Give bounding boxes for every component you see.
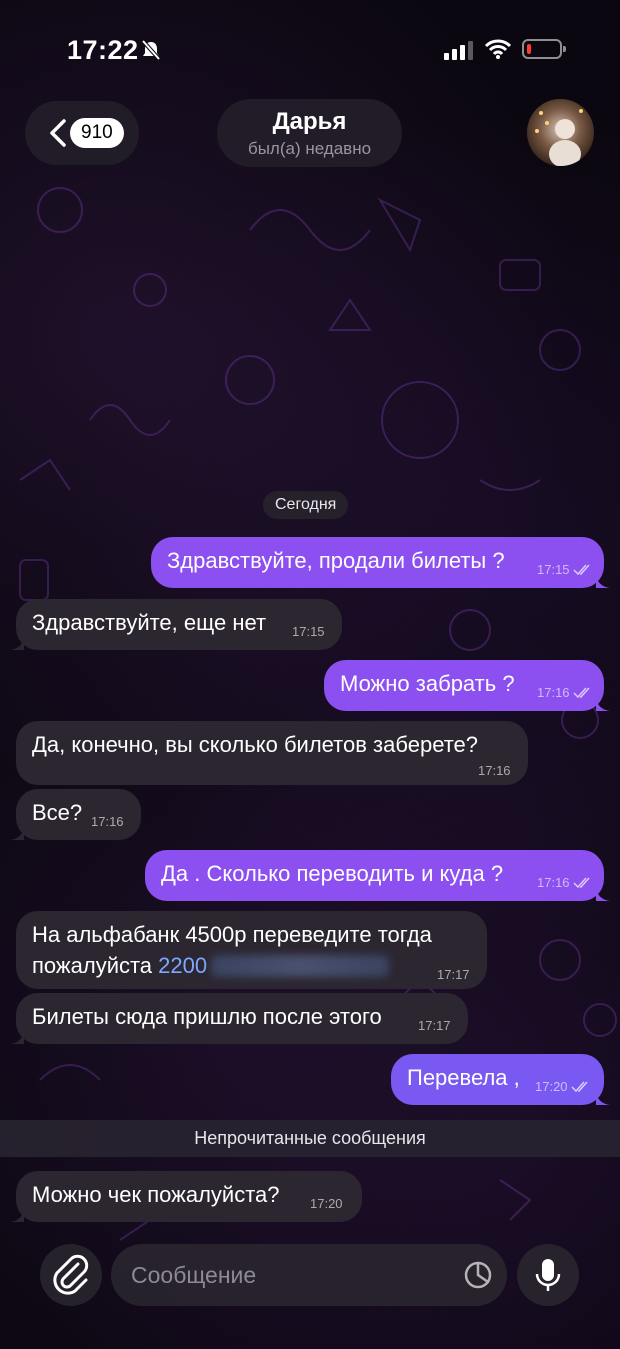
battery-icon (522, 39, 566, 59)
contact-name: Дарья (272, 108, 347, 135)
message-text: Да, конечно, вы сколько билетов заберете… (32, 732, 478, 757)
message-outgoing[interactable]: Перевела , 17:20 (391, 1054, 610, 1105)
message-meta: 17:15 (537, 562, 593, 577)
message-text: Перевела , (407, 1065, 520, 1090)
status-time: 17:22 (67, 35, 139, 65)
message-text: пожалуйста (32, 953, 159, 978)
message-incoming[interactable]: Билеты сюда пришлю после этого 17:17 (10, 993, 468, 1044)
bubble-tail (596, 572, 610, 588)
message-time: 17:16 (537, 685, 570, 700)
voice-record-button[interactable] (517, 1244, 579, 1306)
message-incoming[interactable]: Можно чек пожалуйста? 17:20 (10, 1171, 362, 1222)
message-time: 17:15 (292, 624, 325, 639)
bell-muted-icon (141, 39, 161, 61)
paperclip-icon (53, 1254, 89, 1295)
chevron-left-icon (50, 119, 66, 147)
message-text: Можно чек пожалуйста? (32, 1182, 280, 1207)
message-incoming[interactable]: Да, конечно, вы сколько билетов заберете… (16, 721, 528, 785)
contact-status: был(а) недавно (247, 139, 372, 158)
bubble-tail (10, 1206, 24, 1222)
message-time: 17:17 (437, 967, 470, 982)
message-input[interactable]: Сообщение (111, 1244, 507, 1306)
message-text: Можно забрать ? (340, 671, 515, 696)
message-incoming[interactable]: Здравствуйте, еще нет 17:15 (10, 599, 342, 650)
double-check-icon (573, 877, 590, 889)
message-text: На альфабанк 4500р переведите тогда (32, 922, 432, 947)
attach-button[interactable] (40, 1244, 102, 1306)
account-number-link[interactable]: 2200 (158, 953, 207, 978)
status-bar: 17:22 (0, 0, 620, 96)
message-incoming[interactable]: Все? 17:16 (10, 789, 141, 840)
message-text: Здравствуйте, продали билеты ? (167, 548, 505, 573)
message-time: 17:15 (537, 562, 570, 577)
double-check-icon (573, 687, 590, 699)
double-check-icon (571, 1081, 588, 1093)
battery-level (527, 44, 531, 54)
double-check-icon (573, 564, 590, 576)
message-text-line2: пожалуйста 2200 (32, 953, 390, 979)
message-text: Да . Сколько переводить и куда ? (161, 861, 504, 886)
message-text: Билеты сюда пришлю после этого (32, 1004, 382, 1029)
avatar-image (527, 99, 594, 166)
message-time: 17:16 (91, 814, 124, 829)
wifi-icon (484, 39, 512, 59)
message-time: 17:16 (478, 763, 511, 778)
avatar[interactable] (527, 99, 594, 166)
bubble-tail (10, 634, 24, 650)
back-button[interactable]: 910 (25, 101, 139, 165)
cellular-signal-icon (444, 41, 473, 60)
redacted-blur (211, 955, 390, 977)
message-meta: 17:16 (537, 875, 593, 890)
bubble-tail (10, 824, 24, 840)
sticker-icon[interactable] (463, 1260, 493, 1290)
message-meta: 17:20 (535, 1079, 591, 1094)
unread-separator: Непрочитанные сообщения (0, 1120, 620, 1157)
message-time: 17:20 (310, 1196, 343, 1211)
message-meta: 17:16 (537, 685, 593, 700)
bubble-tail (596, 695, 610, 711)
chat-title[interactable]: Дарья был(а) недавно (217, 99, 402, 167)
message-text: Здравствуйте, еще нет (32, 610, 267, 635)
bubble-tail (596, 1089, 610, 1105)
message-text: Все? (32, 800, 83, 825)
message-outgoing[interactable]: Здравствуйте, продали билеты ? 17:15 (151, 537, 610, 588)
bubble-tail (596, 885, 610, 901)
message-input-placeholder: Сообщение (131, 1262, 257, 1288)
message-incoming[interactable]: На альфабанк 4500р переведите тогда пожа… (16, 911, 487, 989)
bubble-tail (10, 1028, 24, 1044)
message-outgoing[interactable]: Можно забрать ? 17:16 (324, 660, 610, 711)
message-time: 17:20 (535, 1079, 568, 1094)
message-time: 17:17 (418, 1018, 451, 1033)
message-outgoing[interactable]: Да . Сколько переводить и куда ? 17:16 (145, 850, 610, 901)
date-separator: Сегодня (263, 491, 349, 519)
unread-count-badge: 910 (70, 118, 124, 148)
microphone-icon (535, 1259, 561, 1291)
message-time: 17:16 (537, 875, 570, 890)
